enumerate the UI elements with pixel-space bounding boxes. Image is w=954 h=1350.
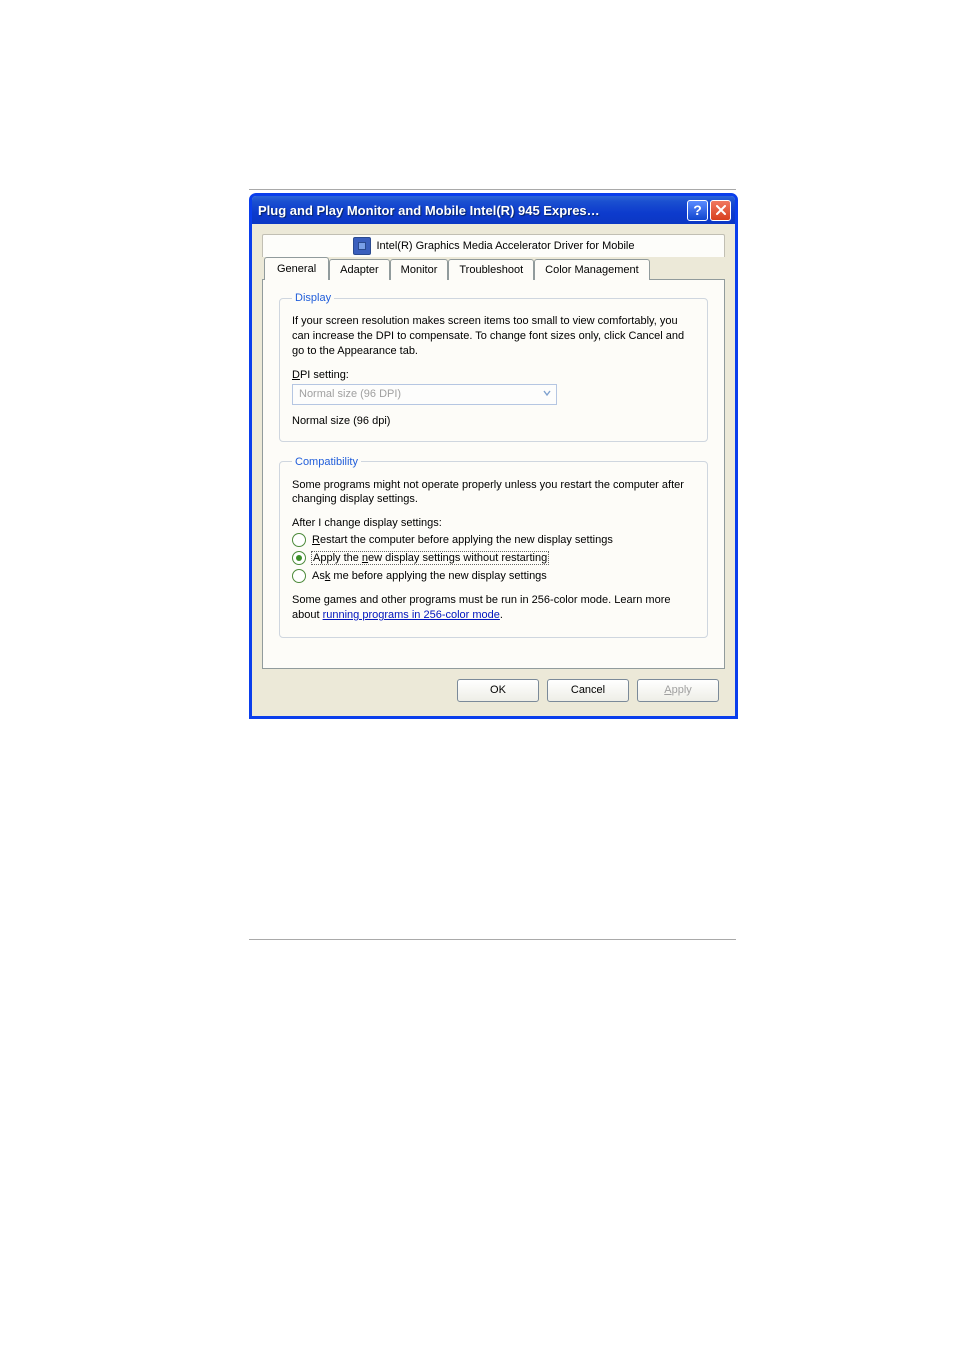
- radio-icon: [292, 551, 306, 565]
- tab-general[interactable]: General: [264, 257, 329, 280]
- apply-button[interactable]: Apply: [637, 679, 719, 702]
- dpi-combo-value: Normal size (96 DPI): [299, 388, 401, 400]
- tab-adapter[interactable]: Adapter: [329, 259, 390, 280]
- radio-restart-label: Restart the computer before applying the…: [312, 534, 613, 546]
- compat-intro: Some programs might not operate properly…: [292, 478, 695, 508]
- dpi-setting-label: DPI setting:: [292, 369, 695, 381]
- link-256-color-mode[interactable]: running programs in 256-color mode: [323, 609, 500, 621]
- compat-note: Some games and other programs must be ru…: [292, 593, 695, 623]
- radio-apply-without-restart[interactable]: Apply the new display settings without r…: [292, 551, 695, 565]
- window-title: Plug and Play Monitor and Mobile Intel(R…: [258, 203, 685, 218]
- dpi-readout: Normal size (96 dpi): [292, 415, 695, 427]
- compatibility-group: Compatibility Some programs might not op…: [279, 456, 708, 638]
- close-button[interactable]: [710, 200, 731, 221]
- help-button[interactable]: ?: [687, 200, 708, 221]
- display-group: Display If your screen resolution makes …: [279, 292, 708, 442]
- radio-apply-label: Apply the new display settings without r…: [312, 552, 548, 564]
- tab-troubleshoot[interactable]: Troubleshoot: [448, 259, 534, 280]
- after-change-label: After I change display settings:: [292, 517, 695, 529]
- page-top-separator: [249, 189, 736, 190]
- ok-button[interactable]: OK: [457, 679, 539, 702]
- close-icon: [716, 202, 726, 218]
- chevron-down-icon: [538, 388, 556, 401]
- compatibility-legend: Compatibility: [292, 456, 361, 468]
- display-legend: Display: [292, 292, 334, 304]
- help-icon: ?: [693, 202, 702, 218]
- tab-monitor[interactable]: Monitor: [390, 259, 449, 280]
- radio-ask[interactable]: Ask me before applying the new display s…: [292, 569, 695, 583]
- tabstrip: General Adapter Monitor Troubleshoot Col…: [262, 256, 725, 279]
- titlebar[interactable]: Plug and Play Monitor and Mobile Intel(R…: [252, 196, 735, 224]
- upper-tab-label: Intel(R) Graphics Media Accelerator Driv…: [377, 240, 635, 252]
- properties-dialog: Plug and Play Monitor and Mobile Intel(R…: [249, 193, 738, 719]
- display-intro: If your screen resolution makes screen i…: [292, 314, 695, 359]
- cancel-button[interactable]: Cancel: [547, 679, 629, 702]
- dialog-button-row: OK Cancel Apply: [262, 669, 725, 706]
- radio-icon: [292, 569, 306, 583]
- client-area: Intel(R) Graphics Media Accelerator Driv…: [252, 224, 735, 716]
- tab-panel-general: Display If your screen resolution makes …: [262, 279, 725, 669]
- dpi-setting-combo[interactable]: Normal size (96 DPI): [292, 384, 557, 405]
- tab-color-management[interactable]: Color Management: [534, 259, 650, 280]
- page-bottom-separator: [249, 939, 736, 940]
- radio-icon: [292, 533, 306, 547]
- intel-driver-icon: [353, 237, 371, 255]
- radio-ask-label: Ask me before applying the new display s…: [312, 570, 547, 582]
- radio-restart[interactable]: Restart the computer before applying the…: [292, 533, 695, 547]
- upper-tab-intel-driver[interactable]: Intel(R) Graphics Media Accelerator Driv…: [262, 234, 725, 257]
